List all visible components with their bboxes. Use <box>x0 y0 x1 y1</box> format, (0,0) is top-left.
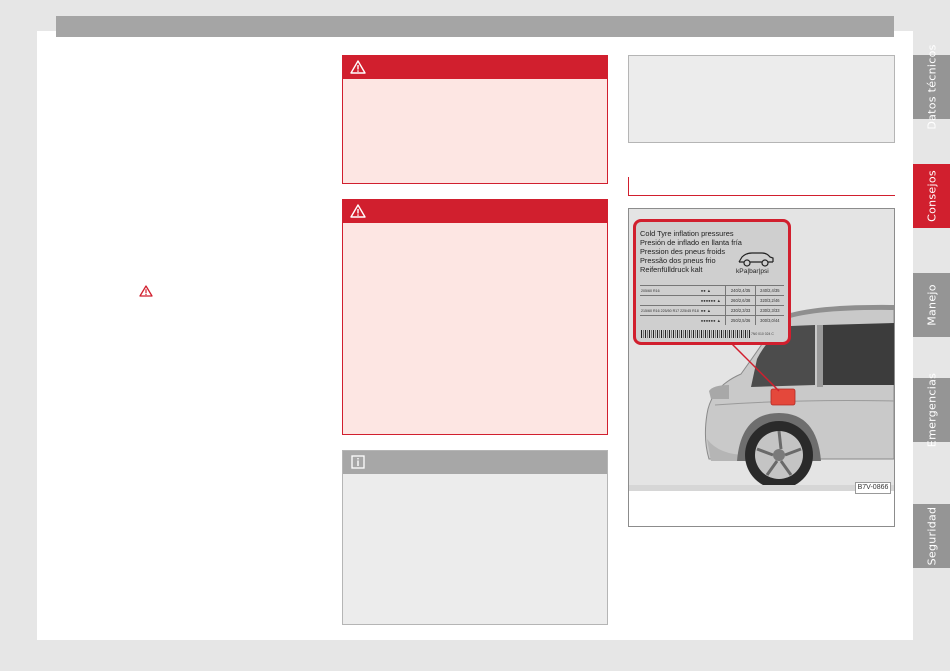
rear-pressure-cell: 230/2,3/33 <box>754 305 784 316</box>
label-line-de: Reifenfülldruck kalt <box>640 265 703 274</box>
table-row: ●●●●●● ▲ 260/2,6/38 320/3,2/46 <box>640 295 784 306</box>
tab-seguridad[interactable]: Seguridad <box>913 504 950 568</box>
label-line-fr: Pression des pneus froids <box>640 247 726 256</box>
load-cell: ●●●●●● ▲ <box>699 295 726 306</box>
tab-label: Manejo <box>925 284 938 326</box>
table-row: 215/60 R16 225/50 R17 225/45 R18 ●● ▲ 23… <box>640 305 784 316</box>
pressure-table: 205/60 R16 ●● ▲ 240/2,4/35 240/2,4/35 ●●… <box>640 285 784 325</box>
figure-code: B7V-0866 <box>855 482 891 494</box>
front-pressure-cell: 240/2,4/35 <box>725 285 756 296</box>
warning-box-header <box>343 56 607 79</box>
info-icon <box>351 455 365 469</box>
label-line-es: Presión de inflado en llanta fría <box>640 238 742 247</box>
pressure-units: kPa|bar|psi <box>736 268 769 275</box>
tab-label: Emergencias <box>925 372 938 448</box>
note-box-header <box>343 451 607 474</box>
load-cell: ●● ▲ <box>699 285 726 296</box>
front-pressure-cell: 260/2,6/38 <box>725 295 756 306</box>
rear-pressure-cell: 320/3,2/46 <box>754 295 784 306</box>
tab-consejos[interactable]: Consejos <box>913 164 950 228</box>
load-cell: ●● ▲ <box>699 305 726 316</box>
rear-pressure-cell: 240/2,4/35 <box>754 285 784 296</box>
front-pressure-cell: 230/2,3/33 <box>725 305 756 316</box>
label-line-pt: Pressão dos pneus frio <box>640 256 716 265</box>
tyre-pressure-label: Cold Tyre inflation pressures Presión de… <box>633 219 791 345</box>
label-part-number: 7N0 010 024 C <box>751 332 774 336</box>
front-pressure-cell: 250/2,5/36 <box>725 315 756 325</box>
table-row: 205/60 R16 ●● ▲ 240/2,4/35 240/2,4/35 <box>640 285 784 296</box>
tab-label: Seguridad <box>925 506 938 566</box>
warning-box <box>342 199 608 435</box>
tab-label: Consejos <box>925 170 938 222</box>
label-line-en: Cold Tyre inflation pressures <box>640 229 734 238</box>
tab-emergencias[interactable]: Emergencias <box>913 373 950 447</box>
load-cell: ●●●●●● ▲ <box>699 315 726 325</box>
warning-triangle-icon <box>350 60 366 74</box>
warning-triangle-icon <box>350 204 366 218</box>
tab-datos-tecnicos[interactable]: Datos técnicos <box>913 44 950 130</box>
rear-pressure-cell: 300/3,0/44 <box>754 315 784 325</box>
tyre-size-cell <box>640 295 700 306</box>
page-header-bar <box>56 16 894 37</box>
warning-box-header <box>343 200 607 223</box>
tyre-pressure-figure: Cold Tyre inflation pressures Presión de… <box>628 208 895 527</box>
warning-box <box>342 55 608 184</box>
car-icon <box>738 252 774 267</box>
tyre-size-cell: 215/60 R16 225/50 R17 225/45 R18 <box>640 305 700 316</box>
note-box <box>342 450 608 625</box>
tab-label: Datos técnicos <box>925 44 938 130</box>
vehicle-illustration: Cold Tyre inflation pressures Presión de… <box>629 209 894 491</box>
info-panel <box>628 55 895 143</box>
barcode <box>641 330 751 338</box>
warning-triangle-icon <box>139 285 153 297</box>
tab-manejo[interactable]: Manejo <box>913 273 950 337</box>
tyre-size-cell <box>640 315 700 325</box>
tyre-size-cell: 205/60 R16 <box>640 285 700 296</box>
section-heading-rule <box>628 177 895 196</box>
table-row: ●●●●●● ▲ 250/2,5/36 300/3,0/44 <box>640 315 784 325</box>
